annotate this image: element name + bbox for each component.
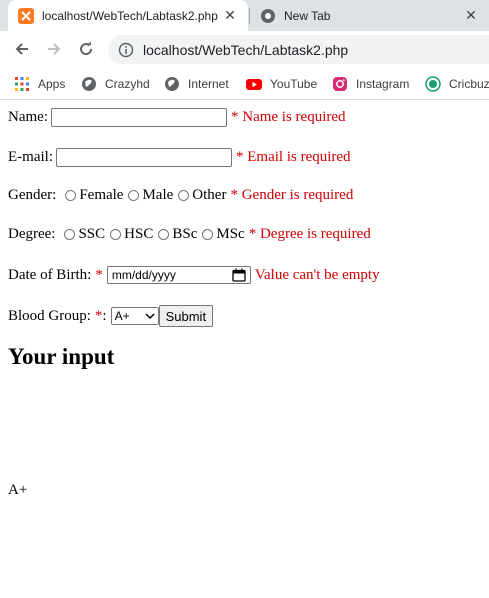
date-placeholder: mm/dd/yyyy xyxy=(111,268,176,282)
chrome-icon xyxy=(261,8,275,23)
gender-row: Gender: Female Male Other * Gender is re… xyxy=(8,187,353,204)
instagram-icon xyxy=(333,77,347,91)
degree-error: * Degree is required xyxy=(248,226,371,242)
bookmark-label: YouTube xyxy=(270,77,318,91)
bookmark-apps[interactable]: Apps xyxy=(14,72,65,96)
globe-icon xyxy=(165,77,179,91)
gender-female-radio[interactable] xyxy=(65,190,77,201)
bookmark-instagram[interactable]: Instagram xyxy=(332,72,409,96)
tab-title: New Tab xyxy=(284,8,331,23)
bookmark-crazyhd[interactable]: Crazyhd xyxy=(81,72,150,96)
arrow-right-icon xyxy=(48,43,61,55)
required-star: * xyxy=(95,266,103,283)
blood-colon: : xyxy=(102,307,107,324)
gender-option-label: Other xyxy=(192,187,227,203)
degree-hsc-radio[interactable] xyxy=(110,229,122,240)
tab-new-tab[interactable]: New Tab ✕ xyxy=(250,0,489,31)
required-star: * xyxy=(94,307,103,324)
browser-toolbar: localhost/WebTech/Labtask2.php xyxy=(0,31,489,68)
gender-label: Gender: xyxy=(8,187,57,203)
forward-button[interactable] xyxy=(42,37,66,61)
calendar-icon[interactable] xyxy=(232,268,246,282)
url-text: localhost/WebTech/Labtask2.php xyxy=(143,41,349,58)
name-label: Name: xyxy=(8,109,48,125)
tab-title: localhost/WebTech/Labtask2.php xyxy=(42,8,218,23)
tab-labtask2[interactable]: localhost/WebTech/Labtask2.php ✕ xyxy=(8,0,248,31)
degree-option-label: MSc xyxy=(216,226,245,242)
close-icon[interactable]: ✕ xyxy=(463,7,479,24)
bookmark-label: Cricbuz xyxy=(449,77,489,91)
bookmark-label: Apps xyxy=(38,77,66,91)
cricbuzz-icon xyxy=(425,76,441,92)
info-icon[interactable] xyxy=(118,42,134,58)
xampp-icon xyxy=(18,7,34,24)
email-label: E-mail: xyxy=(8,149,53,165)
degree-option-label: SSC xyxy=(78,226,106,242)
arrow-left-icon xyxy=(15,43,28,55)
gender-male-radio[interactable] xyxy=(128,190,140,201)
bookmark-cricbuz[interactable]: Cricbuz xyxy=(425,72,489,96)
blood-row: Blood Group: * : A+ Submit xyxy=(8,305,214,327)
degree-option-label: BSc xyxy=(172,226,198,242)
close-icon[interactable]: ✕ xyxy=(222,7,238,24)
back-button[interactable] xyxy=(10,37,34,61)
email-input[interactable] xyxy=(56,148,232,167)
dob-label: Date of Birth: xyxy=(8,266,92,283)
bookmark-label: Instagram xyxy=(356,77,410,91)
degree-ssc-radio[interactable] xyxy=(64,229,76,240)
degree-bsc-radio[interactable] xyxy=(158,229,170,240)
email-error: * Email is required xyxy=(236,149,351,165)
gender-other-radio[interactable] xyxy=(178,190,190,201)
reload-button[interactable] xyxy=(74,37,98,61)
bookmarks-bar: Apps Crazyhd Internet YouTube Instagram … xyxy=(0,68,489,100)
dob-row: Date of Birth: * mm/dd/yyyy Value can't … xyxy=(8,266,380,284)
email-row: E-mail: * Email is required xyxy=(8,148,351,167)
name-error: * Name is required xyxy=(230,109,346,125)
globe-icon xyxy=(82,77,96,91)
output-value: A+ xyxy=(8,482,28,498)
reload-icon xyxy=(80,41,93,56)
name-row: Name: * Name is required xyxy=(8,108,346,127)
gender-error: * Gender is required xyxy=(230,187,354,203)
blood-label: Blood Group: xyxy=(8,307,91,324)
gender-option-label: Female xyxy=(79,187,124,203)
submit-button[interactable]: Submit xyxy=(158,305,214,327)
degree-option-label: HSC xyxy=(124,226,154,242)
name-input[interactable] xyxy=(50,108,227,127)
apps-grid-icon xyxy=(15,77,29,91)
degree-msc-radio[interactable] xyxy=(202,229,214,240)
degree-row: Degree: SSC HSC BSc MSc * Degree is requ… xyxy=(8,226,371,243)
blood-group-select[interactable]: A+ xyxy=(110,307,159,325)
dob-date-input[interactable]: mm/dd/yyyy xyxy=(106,266,251,284)
output-heading: Your input xyxy=(8,344,115,369)
degree-label: Degree: xyxy=(8,226,56,242)
chevron-down-icon xyxy=(145,313,155,319)
bookmark-label: Internet xyxy=(188,77,229,91)
gender-option-label: Male xyxy=(142,187,174,203)
bookmark-label: Crazyhd xyxy=(105,77,150,91)
bookmark-youtube[interactable]: YouTube xyxy=(246,72,317,96)
youtube-icon xyxy=(246,79,262,90)
page-content: Name: * Name is required E-mail: * Email… xyxy=(0,100,489,598)
tab-strip: localhost/WebTech/Labtask2.php ✕ New Tab… xyxy=(0,0,489,31)
address-bar[interactable]: localhost/WebTech/Labtask2.php xyxy=(108,35,489,64)
blood-selected-value: A+ xyxy=(114,309,130,323)
dob-error: Value can't be empty xyxy=(254,266,380,283)
bookmark-internet[interactable]: Internet xyxy=(164,72,229,96)
